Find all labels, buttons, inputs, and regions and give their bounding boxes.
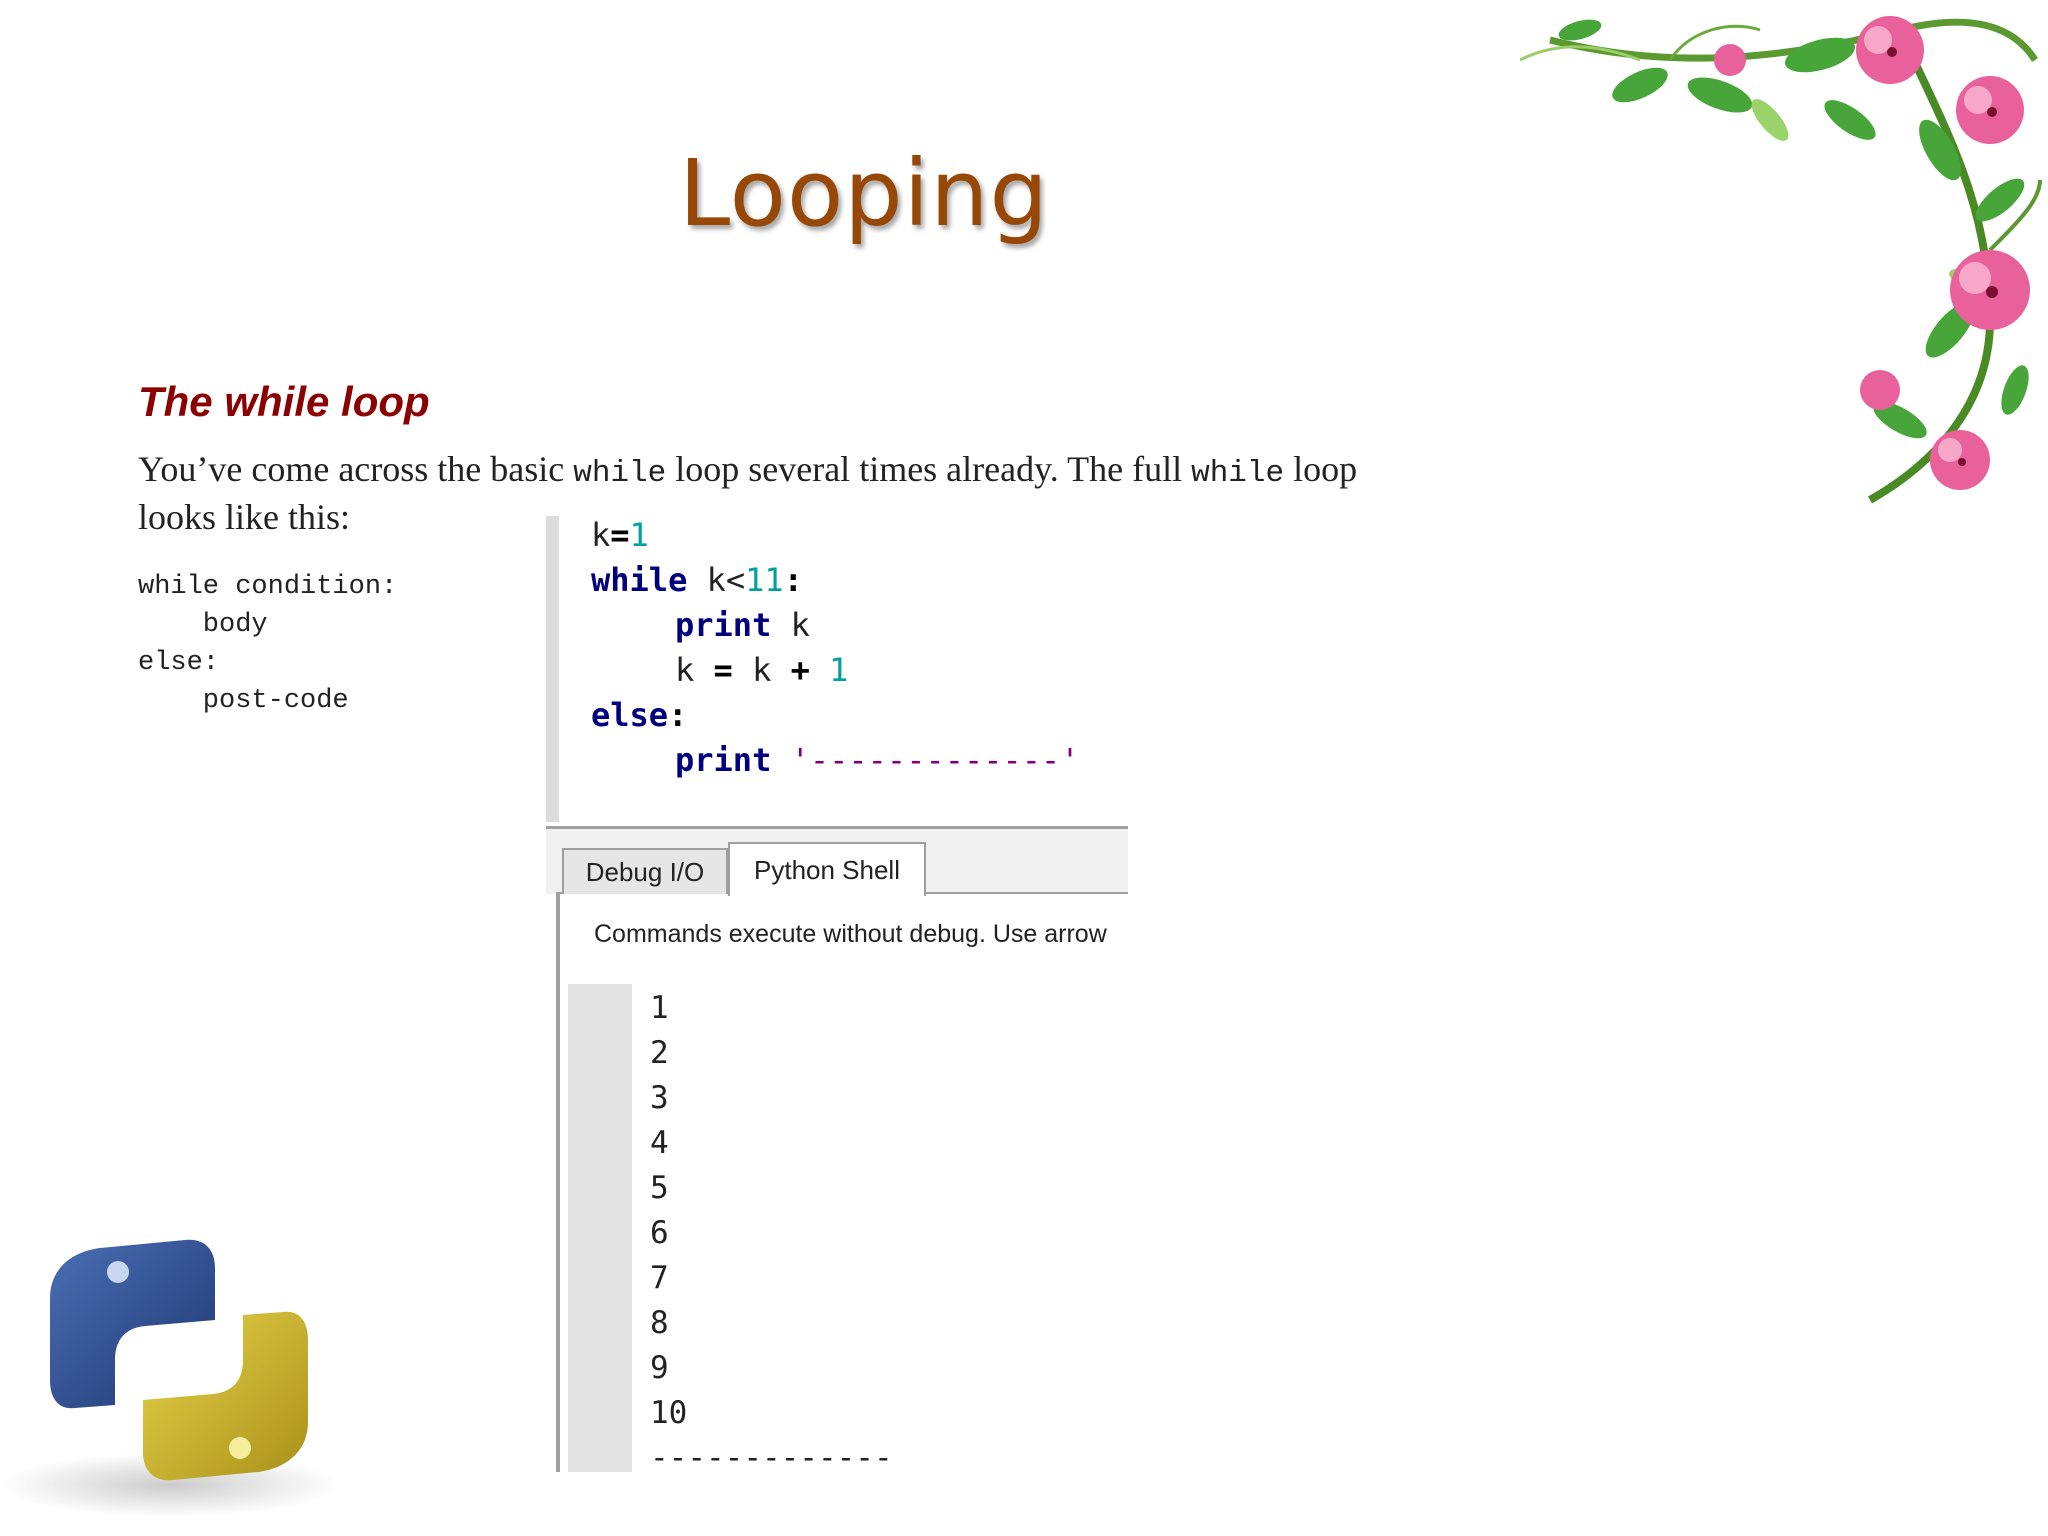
shell-output-line: ------------- [650,1440,893,1476]
code-token: else [591,696,669,734]
while-syntax-block: while condition: body else: post-code [138,568,397,720]
code-line-4: k = k + 1 [675,651,848,689]
code-token: 1 [829,651,849,689]
shell-output-line: 9 [650,1350,669,1386]
code-line-2: while k<11: [591,561,803,599]
code-token: = [610,516,630,554]
code-token: 1 [629,516,649,554]
shell-output-line: 4 [650,1125,669,1161]
shell-output-line: 8 [650,1305,669,1341]
intro-text: loop [1284,449,1358,489]
code-token: : [783,561,803,599]
shell-frame-border [556,892,560,1472]
tab-debug-io[interactable]: Debug I/O [562,848,728,894]
code-token: print [675,606,772,644]
syntax-line: body [138,610,268,640]
shell-output-line: 3 [650,1080,669,1116]
shell-hint-text: Commands execute without debug. Use arro… [594,920,1107,948]
syntax-line: post-code [138,686,349,716]
shell-output-line: 2 [650,1035,669,1071]
syntax-line: else: [138,648,220,678]
inline-code: while [1191,456,1285,491]
shell-output-line: 7 [650,1260,669,1296]
syntax-line: while condition: [138,572,398,602]
code-token: while [591,561,688,599]
slide-title: Looping [679,140,1049,247]
code-token: '-------------' [790,741,1080,779]
python-logo-icon [0,1239,340,1517]
shell-output-line: 6 [650,1215,669,1251]
section-heading: The while loop [138,378,430,425]
shell-output-line: 1 [650,990,669,1026]
shell-output-line: 5 [650,1170,669,1206]
code-token: k [591,516,611,554]
floral-corner-decoration [1520,16,2042,504]
inline-code: while [573,456,667,491]
code-line-3: print k [675,606,810,644]
code-line-5: else: [591,696,687,734]
intro-text-line-1: You’ve come across the basic while loop … [138,448,1357,491]
code-editor[interactable]: k=1 while k<11: print k k = k + 1 else: … [546,516,1139,822]
shell-output-line: 10 [650,1395,688,1431]
code-token: + [790,651,810,689]
intro-text: loop several times already. The full [666,449,1192,489]
code-token: 11 [745,561,784,599]
code-token: print [675,741,772,779]
intro-text-line-2: looks like this: [138,497,351,537]
code-token: k [675,651,714,689]
code-token: k [732,651,791,689]
code-token: : [668,696,688,734]
shell-gutter [568,984,632,1472]
code-token: k< [687,561,746,599]
code-token: = [713,651,733,689]
intro-text: You’ve come across the basic [138,449,574,489]
code-line-1: k=1 [591,516,649,554]
tab-python-shell[interactable]: Python Shell [728,842,926,896]
code-line-6: print '-------------' [675,741,1080,779]
code-token: k [771,606,810,644]
